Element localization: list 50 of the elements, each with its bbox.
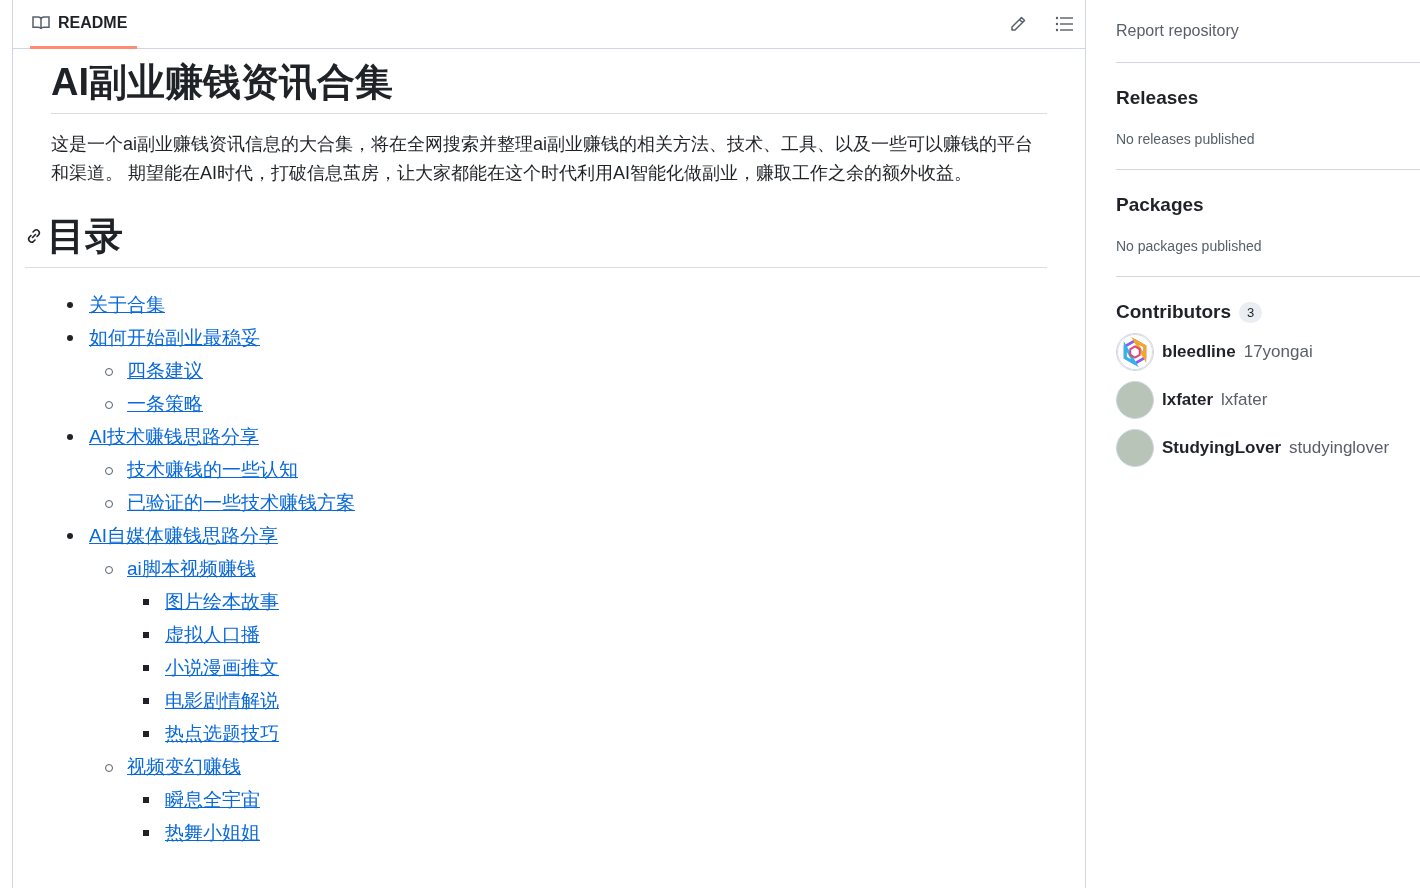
section-title[interactable]: Contributors <box>1116 301 1232 323</box>
section-title[interactable]: Releases <box>1116 87 1420 109</box>
toc-link[interactable]: 虚拟人口播 <box>165 621 260 648</box>
toc-link[interactable]: 热舞小姐姐 <box>165 819 260 846</box>
pencil-icon[interactable] <box>1009 15 1027 33</box>
toc-link[interactable]: AI技术赚钱思路分享 <box>89 423 259 450</box>
bullet-icon <box>143 698 149 705</box>
list-icon[interactable] <box>1055 16 1073 32</box>
book-icon <box>32 15 50 31</box>
toc-link[interactable]: 关于合集 <box>89 291 165 318</box>
toc-link[interactable]: 四条建议 <box>127 357 203 384</box>
toc-link[interactable]: 视频变幻赚钱 <box>127 753 241 780</box>
contributor-name[interactable]: lxfater <box>1162 390 1214 410</box>
toc-link[interactable]: 图片绘本故事 <box>165 588 279 615</box>
empty-text: No releases published <box>1116 131 1256 147</box>
readme-tab[interactable]: README <box>30 0 138 49</box>
readme-title: AI副业赚钱资讯合集 <box>51 59 1047 114</box>
toc-link[interactable]: 已验证的一些技术赚钱方案 <box>127 489 355 516</box>
toc-link[interactable]: 热点选题技巧 <box>165 720 279 747</box>
bullet-icon <box>67 434 73 441</box>
link-icon[interactable] <box>25 227 43 246</box>
toc-link[interactable]: 技术赚钱的一些认知 <box>127 456 298 483</box>
toc-link[interactable]: 一条策略 <box>127 390 203 417</box>
count-badge: 3 <box>1239 301 1263 323</box>
bullet-icon <box>143 632 149 639</box>
hexagon-logo-avatar[interactable] <box>1116 333 1154 371</box>
toc-link[interactable]: 电影剧情解说 <box>165 687 279 714</box>
toc-link[interactable]: AI自媒体赚钱思路分享 <box>89 522 278 549</box>
toc-link[interactable]: 小说漫画推文 <box>165 654 279 681</box>
bullet-icon <box>143 599 149 606</box>
contributor-login: lxfater <box>1221 390 1268 410</box>
bullet-icon <box>67 335 73 342</box>
intro-paragraph: 这是一个ai副业赚钱资讯信息的大合集，将在全网搜索并整理ai副业赚钱的相关方法、技术、工具、以及一些可以赚钱的平台和渠道。 期望能在AI时代，打破信息茧房，让大家都能在这个时代利用AI智能化做副业，赚取工作之余的额外收益。 <box>51 132 1035 185</box>
empty-text: No packages published <box>1116 238 1263 254</box>
contributor-login: 17yongai <box>1243 342 1313 362</box>
report-link[interactable]: Report repository <box>1116 22 1420 63</box>
contributor-login: studyinglover <box>1289 438 1390 458</box>
toc-link[interactable]: 如何开始副业最稳妥 <box>89 324 260 351</box>
toc-link[interactable]: ai脚本视频赚钱 <box>127 555 256 582</box>
bullet-icon <box>143 830 149 837</box>
section-title[interactable]: Packages <box>1116 194 1420 216</box>
bullet-icon <box>143 797 149 804</box>
bullet-icon <box>143 665 149 672</box>
bullet-icon <box>67 302 73 309</box>
bullet-icon <box>143 731 149 738</box>
section-heading: 目录 <box>47 213 123 259</box>
toc-link[interactable]: 瞬息全宇宙 <box>165 786 260 813</box>
contributor-name[interactable]: bleedline <box>1162 342 1236 362</box>
bullet-icon <box>67 533 73 540</box>
contributor-name[interactable]: StudyingLover <box>1162 438 1281 458</box>
